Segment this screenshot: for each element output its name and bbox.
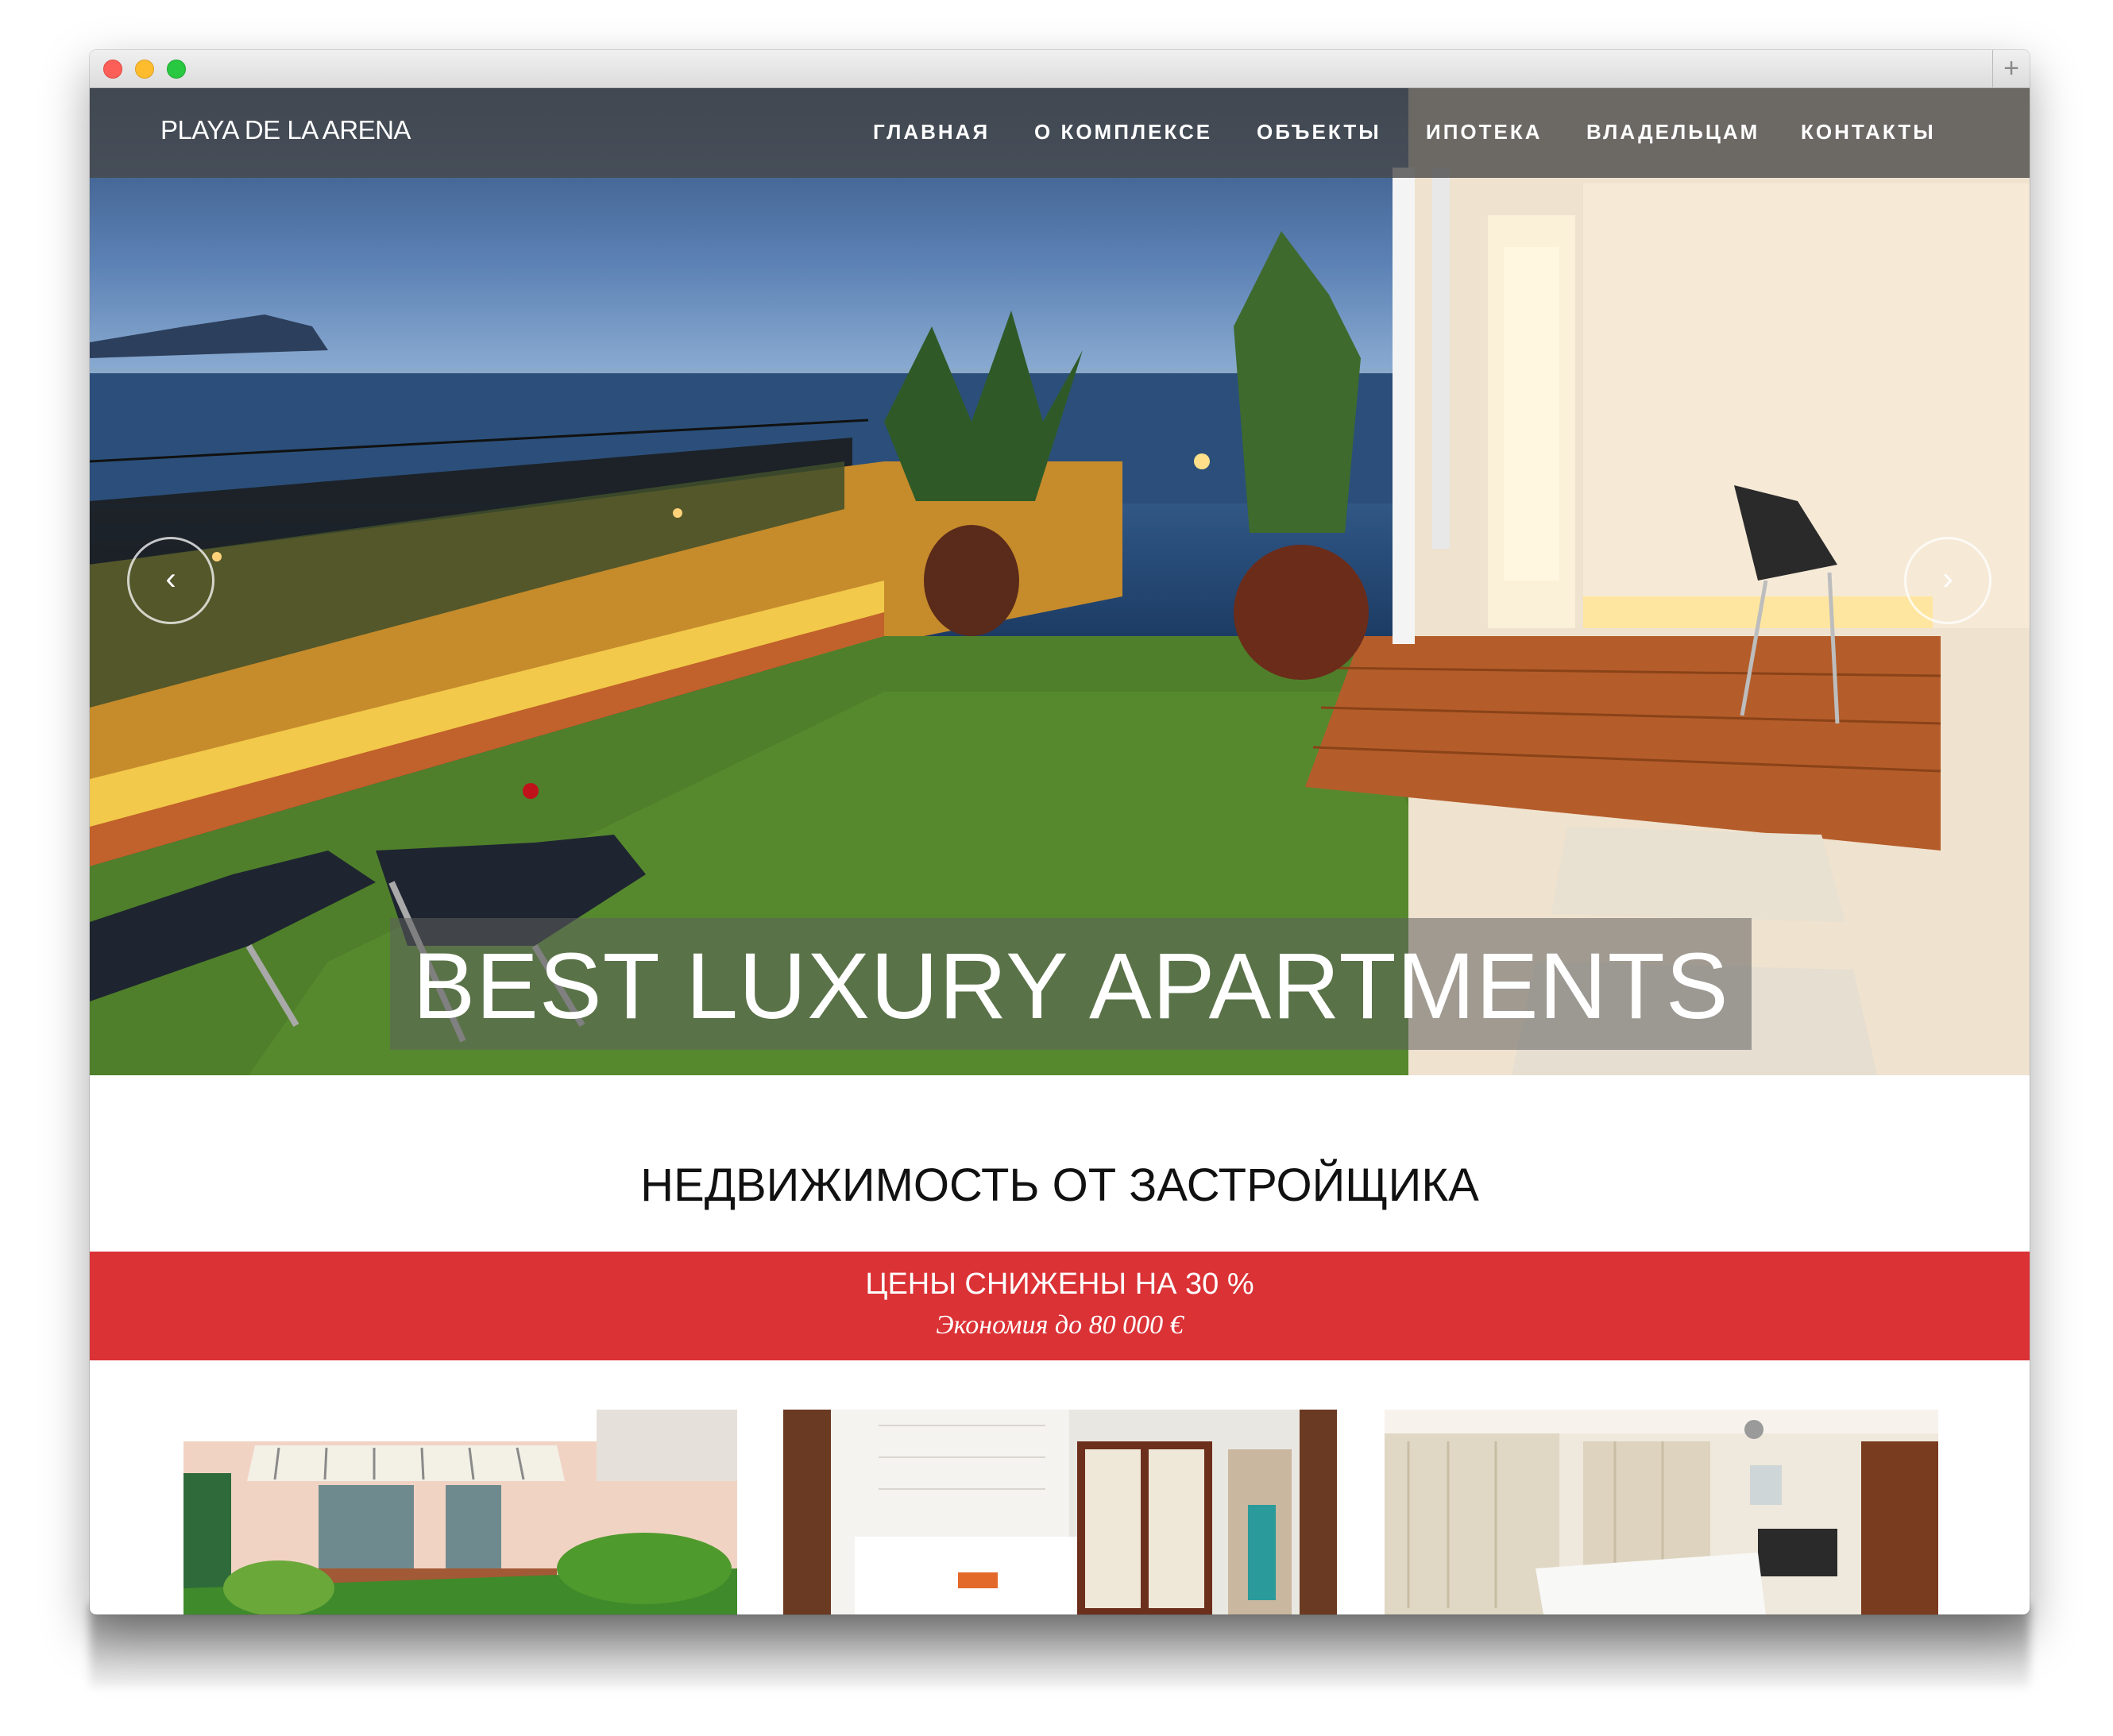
- site-brand[interactable]: PLAYA DE LA ARENA: [160, 115, 411, 145]
- nav-mortgage[interactable]: ИПОТЕКА: [1426, 120, 1542, 145]
- nav-contacts[interactable]: КОНТАКТЫ: [1801, 120, 1936, 145]
- nav-properties[interactable]: ОБЪЕКТЫ: [1257, 120, 1381, 145]
- property-card-bedroom[interactable]: [783, 1410, 1337, 1614]
- living-room-photo: [1385, 1410, 1938, 1614]
- chevron-right-icon: ›: [1942, 561, 1953, 596]
- page-headline: НЕДВИЖИМОСТЬ ОТ ЗАСТРОЙЩИКА: [640, 1159, 1479, 1211]
- minimize-window-button[interactable]: [135, 60, 154, 79]
- browser-window: + PLAYA DE LA ARENA ГЛАВНАЯ О КОМПЛЕКСЕ …: [90, 50, 2030, 1614]
- nav-home[interactable]: ГЛАВНАЯ: [873, 120, 990, 145]
- nav-owners[interactable]: ВЛАДЕЛЬЦАМ: [1586, 120, 1760, 145]
- next-slide-button[interactable]: ›: [1904, 537, 1991, 624]
- main-navbar: PLAYA DE LA ARENA ГЛАВНАЯ О КОМПЛЕКСЕ ОБ…: [90, 88, 2030, 178]
- garden-terrace-photo: [183, 1410, 737, 1614]
- property-card-living-room[interactable]: [1385, 1410, 1938, 1614]
- promo-banner[interactable]: ЦЕНЫ СНИЖЕНЫ НА 30 % Экономия до 80 000 …: [90, 1252, 2030, 1360]
- promo-title: ЦЕНЫ СНИЖЕНЫ НА 30 %: [865, 1267, 1254, 1301]
- bedroom-photo: [783, 1410, 1337, 1614]
- prev-slide-button[interactable]: ‹: [127, 537, 214, 624]
- new-tab-button[interactable]: +: [1992, 50, 2030, 87]
- close-window-button[interactable]: [103, 60, 122, 79]
- window-titlebar: +: [90, 50, 2030, 88]
- property-card-garden[interactable]: [183, 1410, 737, 1614]
- chevron-left-icon: ‹: [165, 561, 176, 596]
- zoom-window-button[interactable]: [167, 60, 186, 79]
- window-shadow: [90, 1604, 2030, 1688]
- promo-subtitle: Экономия до 80 000 €: [936, 1310, 1184, 1340]
- hero-slider: PLAYA DE LA ARENA ГЛАВНАЯ О КОМПЛЕКСЕ ОБ…: [90, 88, 2030, 1075]
- hero-caption-box: BEST LUXURY APARTMENTS: [390, 918, 1752, 1050]
- nav-about-complex[interactable]: О КОМПЛЕКСЕ: [1034, 120, 1212, 145]
- hero-caption: BEST LUXURY APARTMENTS: [412, 934, 1729, 1039]
